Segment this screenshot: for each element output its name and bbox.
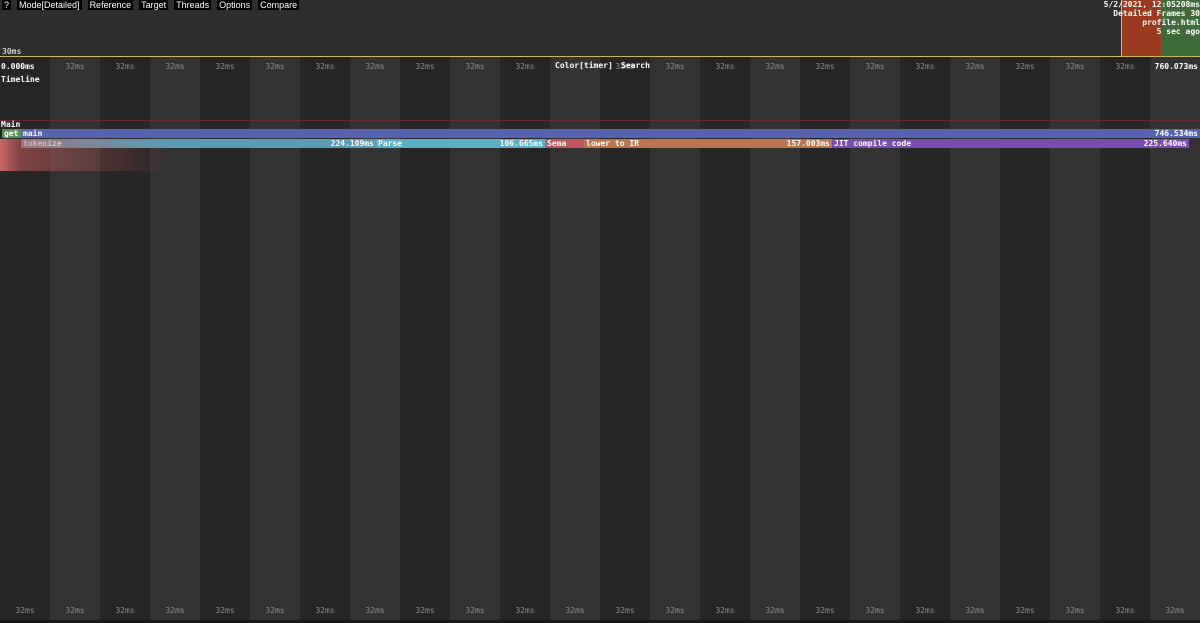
timer-lower-duration: 157.003ms bbox=[786, 139, 830, 148]
ruler-tick-label: 32ms bbox=[1165, 606, 1185, 615]
ruler-tick-label: 32ms bbox=[965, 606, 985, 615]
thread-label-main[interactable]: Main bbox=[1, 120, 20, 129]
ruler-tick-label: 32ms bbox=[415, 62, 435, 71]
target-button[interactable]: Target bbox=[139, 0, 169, 10]
capture-timestamp: 5/2/2021, 12:05208ms bbox=[1103, 0, 1200, 9]
ruler-tick-label: 32ms bbox=[65, 606, 85, 615]
timer-lower-label: lower to IR bbox=[586, 139, 639, 148]
profile-info: 5/2/2021, 12:05208ms Detailed Frames 30 … bbox=[1104, 0, 1200, 36]
reference-button[interactable]: Reference bbox=[87, 0, 134, 10]
ruler-tick-label: 32ms bbox=[915, 62, 935, 71]
options-button[interactable]: Options bbox=[217, 0, 253, 10]
timer-jit-compile[interactable]: JIT compile code 225.640ms bbox=[832, 139, 1189, 148]
timer-lower-to-ir[interactable]: lower to IR 157.003ms bbox=[584, 139, 832, 148]
ruler-tick-label: 32ms bbox=[515, 62, 535, 71]
ruler-tick-label: 32ms bbox=[915, 606, 935, 615]
color-mode-toggle[interactable]: Color[timer] bbox=[555, 61, 613, 70]
ruler-tick-label: 32ms bbox=[665, 62, 685, 71]
range-end: 760.073ms bbox=[1154, 62, 1198, 71]
threads-button[interactable]: Threads bbox=[174, 0, 212, 10]
timer-main[interactable]: main 746.534ms bbox=[21, 129, 1200, 138]
timer-get[interactable]: get bbox=[2, 129, 21, 138]
ruler-tick-label: 32ms bbox=[615, 606, 635, 615]
capture-age: 5 sec ago bbox=[1156, 27, 1200, 36]
ruler-tick-label: 32ms bbox=[1065, 62, 1085, 71]
timer-tokenize-duration: 224.109ms bbox=[330, 139, 374, 148]
range-start: 0.000ms bbox=[1, 62, 35, 71]
ruler-tick-label: 32ms bbox=[315, 606, 335, 615]
thread-highlight bbox=[0, 139, 170, 171]
ruler-tick-label: 32ms bbox=[165, 62, 185, 71]
ruler-tick-label: 32ms bbox=[1065, 606, 1085, 615]
ruler-tick-label: 32ms bbox=[1115, 606, 1135, 615]
ruler-tick-label: 32ms bbox=[815, 606, 835, 615]
ruler-tick-label: 32ms bbox=[115, 62, 135, 71]
help-button[interactable]: ? bbox=[2, 0, 12, 10]
ruler-tick-label: 32ms bbox=[765, 62, 785, 71]
ruler-tick-label: 32ms bbox=[265, 62, 285, 71]
timer-sema-label: Sema bbox=[547, 139, 567, 148]
ruler-tick-label: 32ms bbox=[1015, 62, 1035, 71]
ruler-tick-label: 32ms bbox=[465, 606, 485, 615]
ruler-tick-label: 32ms bbox=[315, 62, 335, 71]
ruler-tick-label: 32ms bbox=[515, 606, 535, 615]
ruler-tick-label: 32ms bbox=[715, 62, 735, 71]
ruler-tick-label: 32ms bbox=[365, 62, 385, 71]
frame-scale-label: 30ms bbox=[2, 47, 22, 56]
ruler-tick-label: 32ms bbox=[15, 606, 35, 615]
ruler-tick-label: 32ms bbox=[1115, 62, 1135, 71]
search-toggle[interactable]: Search bbox=[621, 61, 650, 70]
ruler-tick-label: 32ms bbox=[765, 606, 785, 615]
ruler-tick-label: 32ms bbox=[665, 606, 685, 615]
ruler-tick-label: 32ms bbox=[465, 62, 485, 71]
top-menu: ? Mode[Detailed] Reference Target Thread… bbox=[0, 0, 300, 10]
ruler-tick-label: 32ms bbox=[165, 606, 185, 615]
ruler-tick-label: 32ms bbox=[965, 62, 985, 71]
time-ruler-bottom: 32ms 32ms 32ms 32ms 32ms 32ms 32ms 32ms 32ms 32ms… bbox=[0, 606, 1200, 618]
timer-sema[interactable]: Sema bbox=[545, 139, 584, 148]
ruler-tick-label: 32ms bbox=[265, 606, 285, 615]
thread-divider bbox=[0, 120, 1200, 121]
ruler-tick-label: 32ms bbox=[415, 606, 435, 615]
ruler-tick-label: 32ms bbox=[865, 606, 885, 615]
timer-main-label: main bbox=[23, 129, 43, 138]
ruler-tick-label: 32ms bbox=[215, 62, 235, 71]
ruler-tick-label: 32ms bbox=[115, 606, 135, 615]
ruler-tick-label: 32ms bbox=[1015, 606, 1035, 615]
ruler-tick-label: 32ms bbox=[815, 62, 835, 71]
timer-jit-duration: 225.640ms bbox=[1143, 139, 1187, 148]
frames-count: Detailed Frames 30 bbox=[1113, 9, 1200, 18]
timer-parse[interactable]: Parse 106.665ms bbox=[376, 139, 545, 148]
ruler-tick-label: 32ms bbox=[215, 606, 235, 615]
timer-parse-duration: 106.665ms bbox=[499, 139, 543, 148]
compare-button[interactable]: Compare bbox=[258, 0, 300, 10]
timeline-section-label: Timeline bbox=[1, 75, 40, 84]
ruler-tick-label: 32ms bbox=[715, 606, 735, 615]
ruler-tick-label: 32ms bbox=[65, 62, 85, 71]
ruler-tick-label: 32ms bbox=[865, 62, 885, 71]
timer-parse-label: Parse bbox=[378, 139, 403, 148]
timer-jit-label: JIT compile code bbox=[834, 139, 912, 148]
timer-main-duration: 746.534ms bbox=[1154, 129, 1198, 138]
ruler-tick-label: 32ms bbox=[365, 606, 385, 615]
profile-filename: profile.html bbox=[1142, 18, 1200, 27]
timer-get-label: get bbox=[4, 129, 19, 138]
ruler-tick-label: 32ms bbox=[565, 606, 585, 615]
mode-button[interactable]: Mode[Detailed] bbox=[17, 0, 82, 10]
